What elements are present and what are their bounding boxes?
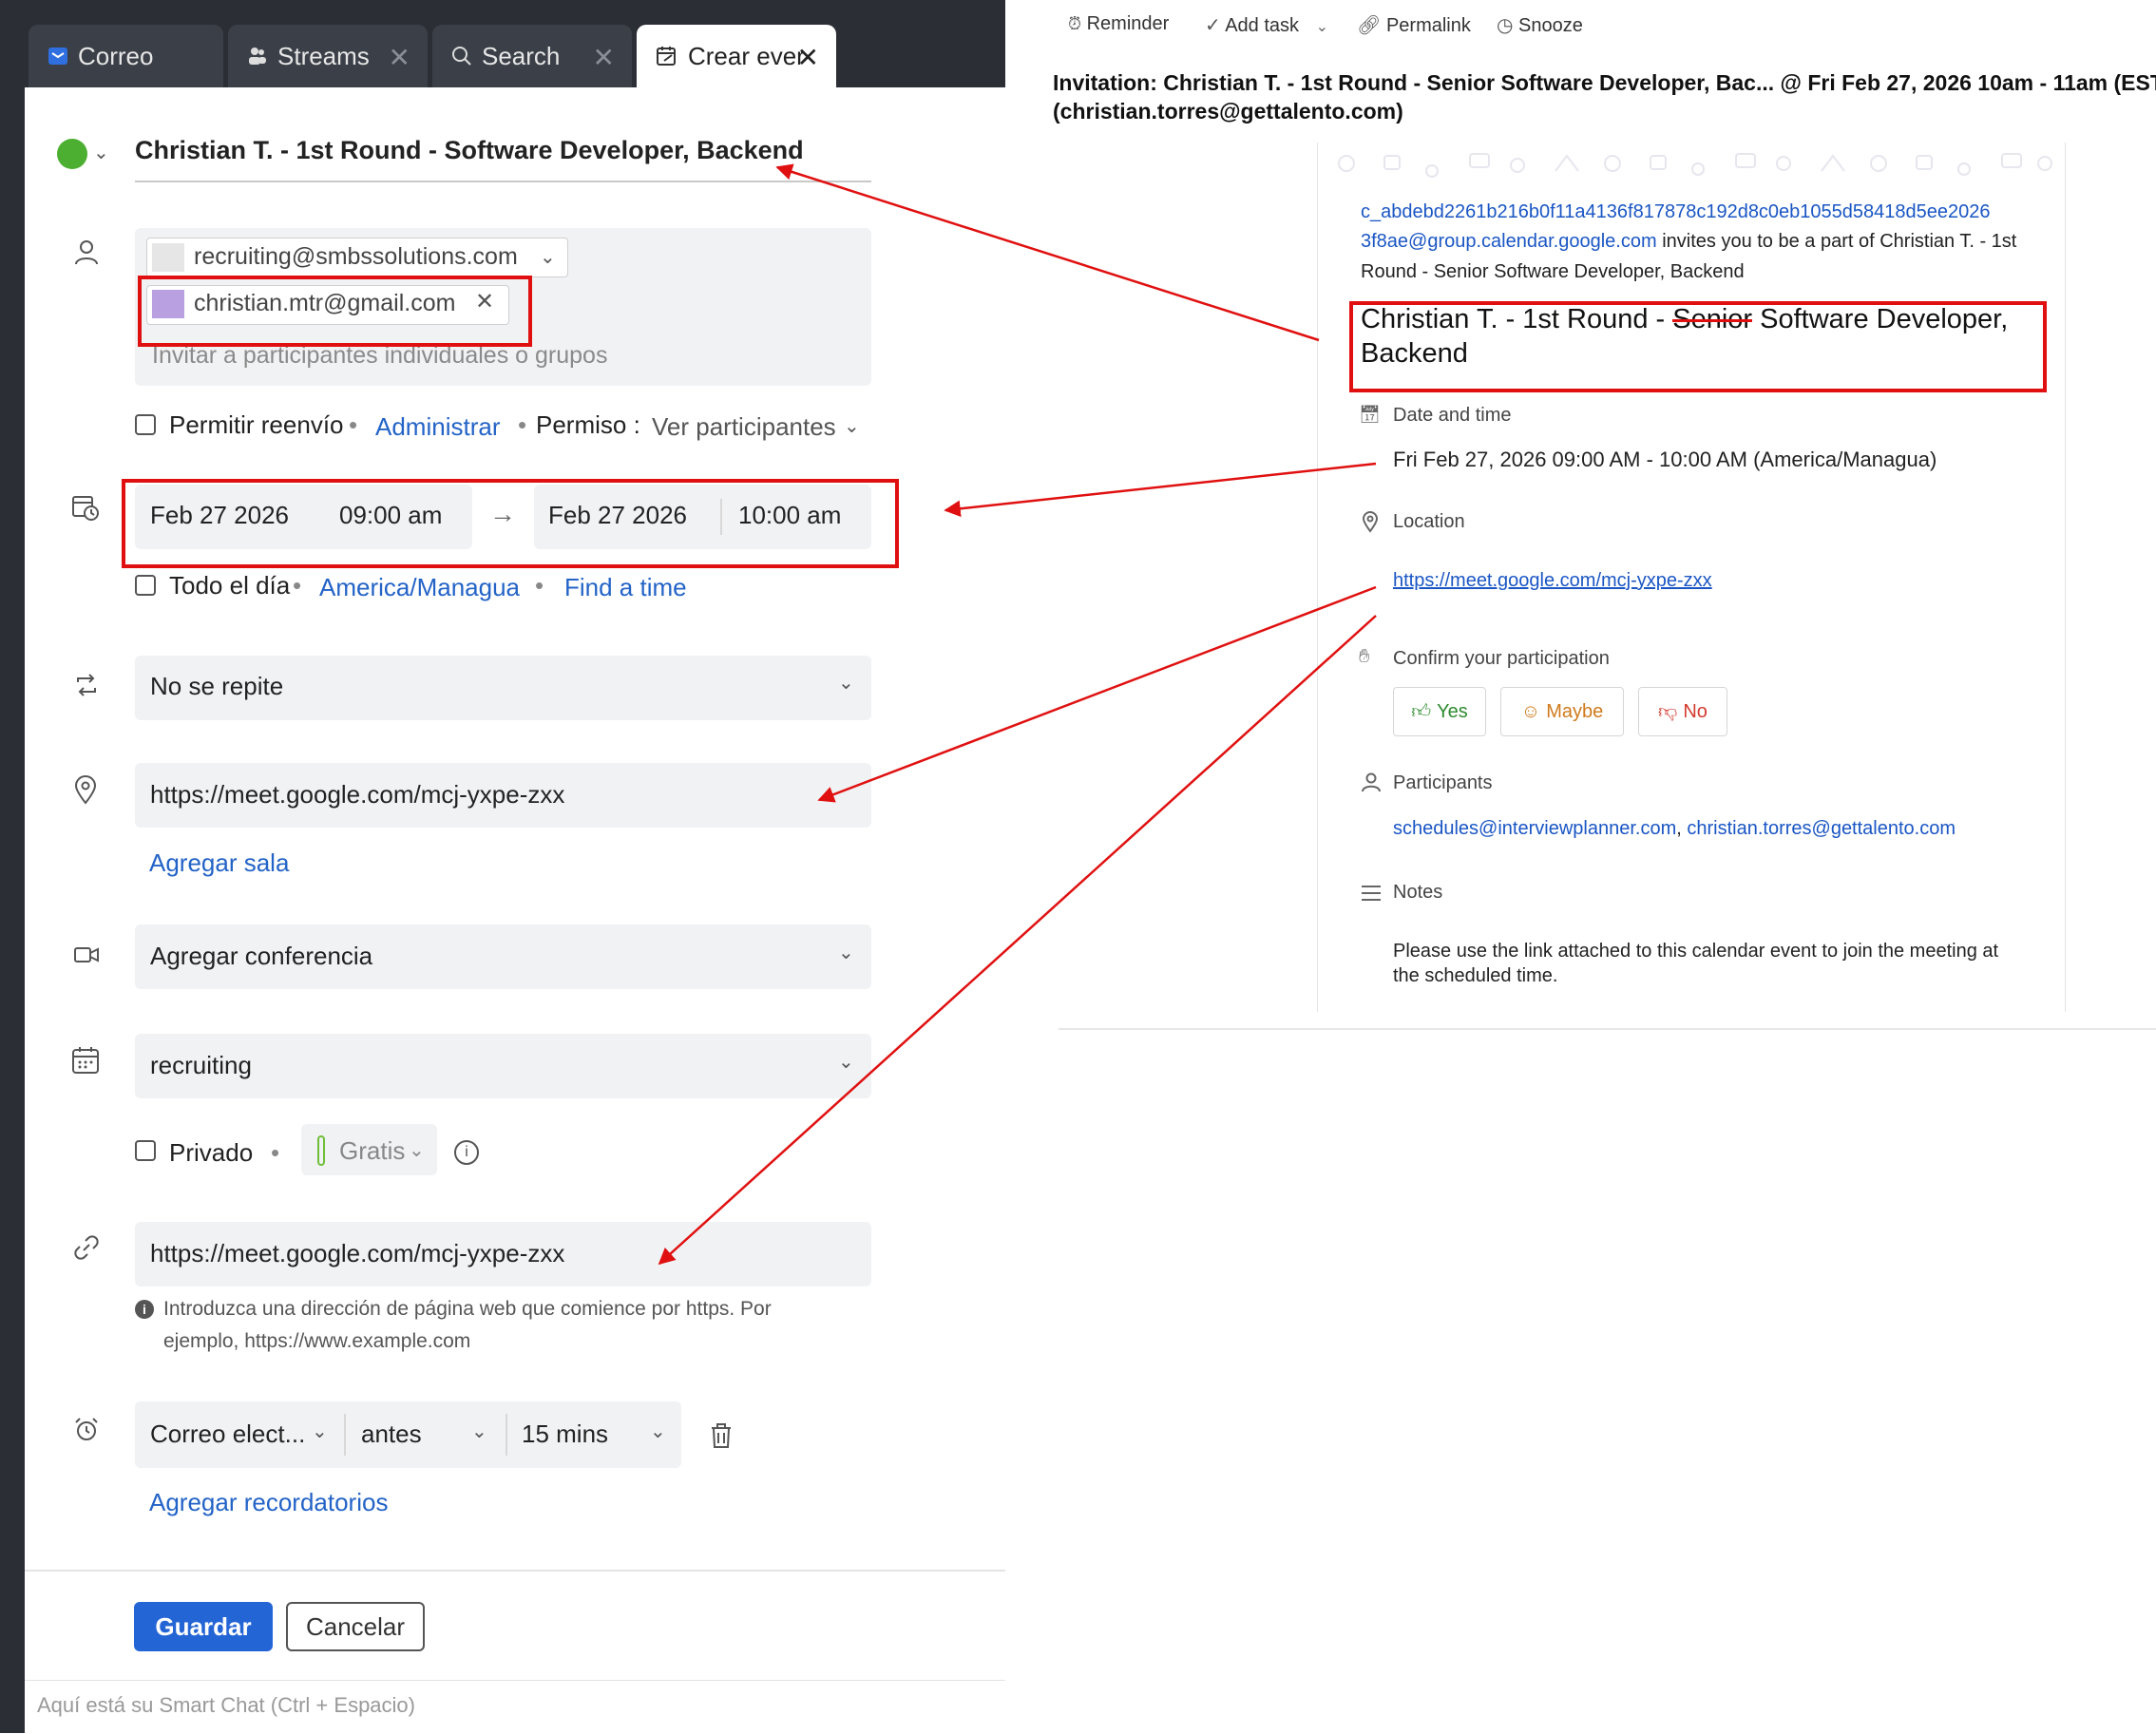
annotation-arrows	[658, 163, 1377, 1266]
arrow-title	[775, 163, 1320, 342]
arrow-datetime	[944, 462, 1377, 518]
arrow-url	[658, 615, 1377, 1266]
arrow-location	[817, 585, 1377, 803]
